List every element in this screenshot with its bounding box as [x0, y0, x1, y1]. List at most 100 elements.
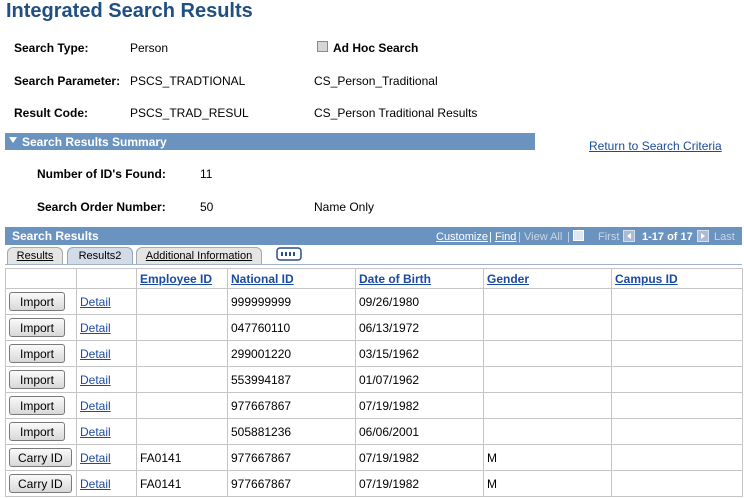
ids-found-value: 11	[200, 167, 213, 181]
detail-link[interactable]: Detail	[80, 321, 111, 335]
date-of-birth-cell: 06/06/2001	[355, 418, 484, 445]
action-cell: Import	[5, 314, 77, 341]
result-code-label: Result Code:	[14, 106, 89, 120]
row-range: 1-17 of 17	[642, 231, 693, 243]
national-id-cell: 977667867	[227, 444, 356, 471]
table-header-row: Employee ID National ID Date of Birth Ge…	[5, 268, 743, 289]
table-row: Carry ID Detail FA0141 977667867 07/19/1982 M	[5, 444, 743, 471]
employee-id-cell: FA0141	[136, 444, 228, 471]
employee-id-cell	[136, 392, 228, 419]
gender-cell	[483, 340, 612, 367]
date-of-birth-cell: 07/19/1982	[355, 392, 484, 419]
detail-cell: Detail	[76, 340, 137, 367]
employee-id-cell	[136, 314, 228, 341]
next-arrow-icon[interactable]	[697, 230, 709, 242]
table-row: Import Detail 505881236 06/06/2001	[5, 418, 743, 445]
detail-cell: Detail	[76, 470, 137, 497]
search-results-grid-header: Search Results Customize | Find | View A…	[5, 227, 742, 245]
action-cell: Import	[5, 392, 77, 419]
nav-separator: |	[567, 231, 570, 243]
adhoc-search-label: Ad Hoc Search	[333, 41, 419, 55]
national-id-cell: 999999999	[227, 288, 356, 315]
detail-link[interactable]: Detail	[80, 425, 111, 439]
result-code-value: PSCS_TRAD_RESUL	[130, 106, 249, 120]
action-cell: Carry ID	[5, 470, 77, 497]
action-cell: Import	[5, 366, 77, 393]
table-row: Carry ID Detail FA0141 977667867 07/19/1982 M	[5, 470, 743, 497]
action-column-header	[5, 268, 77, 289]
detail-link[interactable]: Detail	[80, 295, 111, 309]
first-link[interactable]: First	[598, 231, 619, 243]
detail-cell: Detail	[76, 366, 137, 393]
detail-cell: Detail	[76, 444, 137, 471]
employee-id-cell: FA0141	[136, 470, 228, 497]
tab-results2[interactable]: Results2	[67, 247, 133, 264]
adhoc-search-checkbox[interactable]	[317, 41, 328, 52]
nav-separator: |	[489, 231, 492, 243]
search-results-summary-header[interactable]: Search Results Summary	[5, 133, 535, 150]
detail-link[interactable]: Detail	[80, 451, 111, 465]
date-of-birth-cell: 07/19/1982	[355, 470, 484, 497]
carry-id-button[interactable]: Carry ID	[9, 448, 72, 467]
gender-cell: M	[483, 444, 612, 471]
search-results-title: Search Results	[12, 229, 99, 243]
tab-results[interactable]: Results	[7, 247, 63, 264]
return-to-search-criteria-link[interactable]: Return to Search Criteria	[589, 139, 722, 153]
import-button[interactable]: Import	[9, 422, 65, 441]
campus-id-cell	[611, 444, 743, 471]
campus-id-cell	[611, 418, 743, 445]
show-all-columns-icon[interactable]	[276, 247, 302, 261]
detail-link[interactable]: Detail	[80, 399, 111, 413]
last-link[interactable]: Last	[714, 231, 735, 243]
search-parameter-desc: CS_Person_Traditional	[314, 74, 438, 88]
customize-link[interactable]: Customize	[436, 231, 488, 243]
national-id-column-header[interactable]: National ID	[227, 268, 356, 289]
date-of-birth-column-header[interactable]: Date of Birth	[355, 268, 484, 289]
campus-id-cell	[611, 340, 743, 367]
employee-id-cell	[136, 418, 228, 445]
import-button[interactable]: Import	[9, 292, 65, 311]
action-cell: Import	[5, 288, 77, 315]
employee-id-cell	[136, 288, 228, 315]
gender-cell	[483, 314, 612, 341]
search-order-label: Search Order Number:	[37, 200, 166, 214]
gender-cell	[483, 392, 612, 419]
detail-link[interactable]: Detail	[80, 373, 111, 387]
action-cell: Import	[5, 340, 77, 367]
import-button[interactable]: Import	[9, 344, 65, 363]
detail-column-header	[76, 268, 137, 289]
date-of-birth-cell: 03/15/1962	[355, 340, 484, 367]
search-type-label: Search Type:	[14, 41, 89, 55]
detail-link[interactable]: Detail	[80, 477, 111, 491]
table-row: Import Detail 999999999 09/26/1980	[5, 288, 743, 315]
nav-separator: |	[518, 231, 521, 243]
import-button[interactable]: Import	[9, 370, 65, 389]
collapse-triangle-icon[interactable]	[9, 137, 17, 143]
table-row: Import Detail 047760110 06/13/1972	[5, 314, 743, 341]
campus-id-column-header[interactable]: Campus ID	[611, 268, 743, 289]
national-id-cell: 977667867	[227, 470, 356, 497]
search-results-table: Employee ID National ID Date of Birth Ge…	[5, 268, 743, 497]
import-button[interactable]: Import	[9, 318, 65, 337]
carry-id-button[interactable]: Carry ID	[9, 474, 72, 493]
gender-cell: M	[483, 470, 612, 497]
campus-id-cell	[611, 314, 743, 341]
detail-link[interactable]: Detail	[80, 347, 111, 361]
page-title: Integrated Search Results	[6, 0, 253, 22]
table-row: Import Detail 299001220 03/15/1962	[5, 340, 743, 367]
employee-id-column-header[interactable]: Employee ID	[136, 268, 228, 289]
download-icon[interactable]	[573, 230, 584, 241]
find-link[interactable]: Find	[495, 231, 516, 243]
gender-column-header[interactable]: Gender	[483, 268, 612, 289]
table-row: Import Detail 977667867 07/19/1982	[5, 392, 743, 419]
results-tab-bar: Results Results2 Additional Information	[5, 245, 742, 265]
campus-id-cell	[611, 470, 743, 497]
prev-arrow-icon[interactable]	[623, 230, 635, 242]
import-button[interactable]: Import	[9, 396, 65, 415]
result-code-desc: CS_Person Traditional Results	[314, 106, 478, 120]
employee-id-cell	[136, 340, 228, 367]
detail-cell: Detail	[76, 314, 137, 341]
search-type-value: Person	[130, 41, 169, 55]
view-all-link[interactable]: View All	[524, 231, 562, 243]
tab-additional-information[interactable]: Additional Information	[136, 247, 262, 264]
